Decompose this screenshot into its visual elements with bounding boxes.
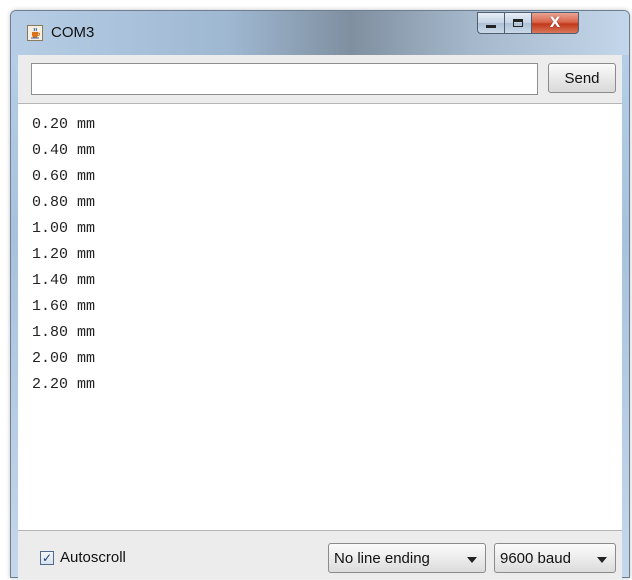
minimize-button[interactable] <box>477 12 505 34</box>
output-line: 1.40 mm <box>32 272 96 289</box>
window-client-area: Send 0.20 mm 0.40 mm 0.60 mm 0.80 mm 1.0… <box>18 55 622 579</box>
checkmark-icon: ✓ <box>41 550 53 565</box>
output-line: 0.40 mm <box>32 142 96 159</box>
close-button[interactable]: X <box>531 12 579 34</box>
line-ending-value: No line ending <box>334 549 430 567</box>
chevron-down-icon <box>597 556 607 563</box>
line-ending-select[interactable]: No line ending <box>328 543 486 573</box>
output-line: 0.60 mm <box>32 168 96 185</box>
bottom-toolbar: ✓ Autoscroll No line ending 9600 baud <box>18 531 622 579</box>
output-line: 0.80 mm <box>32 194 96 211</box>
output-line: 1.20 mm <box>32 246 96 263</box>
chevron-down-icon <box>467 556 477 563</box>
output-line: 0.20 mm <box>32 116 96 133</box>
maximize-icon <box>513 19 523 27</box>
minimize-icon <box>486 24 496 28</box>
output-line: 1.00 mm <box>32 220 96 237</box>
output-line: 2.20 mm <box>32 376 96 393</box>
output-line: 1.80 mm <box>32 324 96 341</box>
baud-rate-value: 9600 baud <box>500 549 571 567</box>
window-title: COM3 <box>51 24 95 41</box>
maximize-button[interactable] <box>504 12 532 34</box>
serial-output-area[interactable]: 0.20 mm 0.40 mm 0.60 mm 0.80 mm 1.00 mm … <box>18 103 622 531</box>
autoscroll-label: Autoscroll <box>60 549 126 566</box>
java-cup-icon <box>27 25 43 41</box>
autoscroll-toggle[interactable]: ✓ Autoscroll <box>40 549 126 566</box>
title-bar[interactable]: COM3 X <box>11 11 629 55</box>
output-line: 1.60 mm <box>32 298 96 315</box>
output-line: 2.00 mm <box>32 350 96 367</box>
send-input[interactable] <box>31 63 538 95</box>
close-icon: X <box>549 15 561 31</box>
baud-rate-select[interactable]: 9600 baud <box>494 543 616 573</box>
autoscroll-checkbox[interactable]: ✓ <box>40 550 54 565</box>
send-button[interactable]: Send <box>548 63 616 93</box>
serial-monitor-window: COM3 X Send 0.20 mm 0.40 mm 0.60 mm 0.80… <box>10 10 630 579</box>
output-lines: 0.20 mm 0.40 mm 0.60 mm 0.80 mm 1.00 mm … <box>18 104 622 398</box>
